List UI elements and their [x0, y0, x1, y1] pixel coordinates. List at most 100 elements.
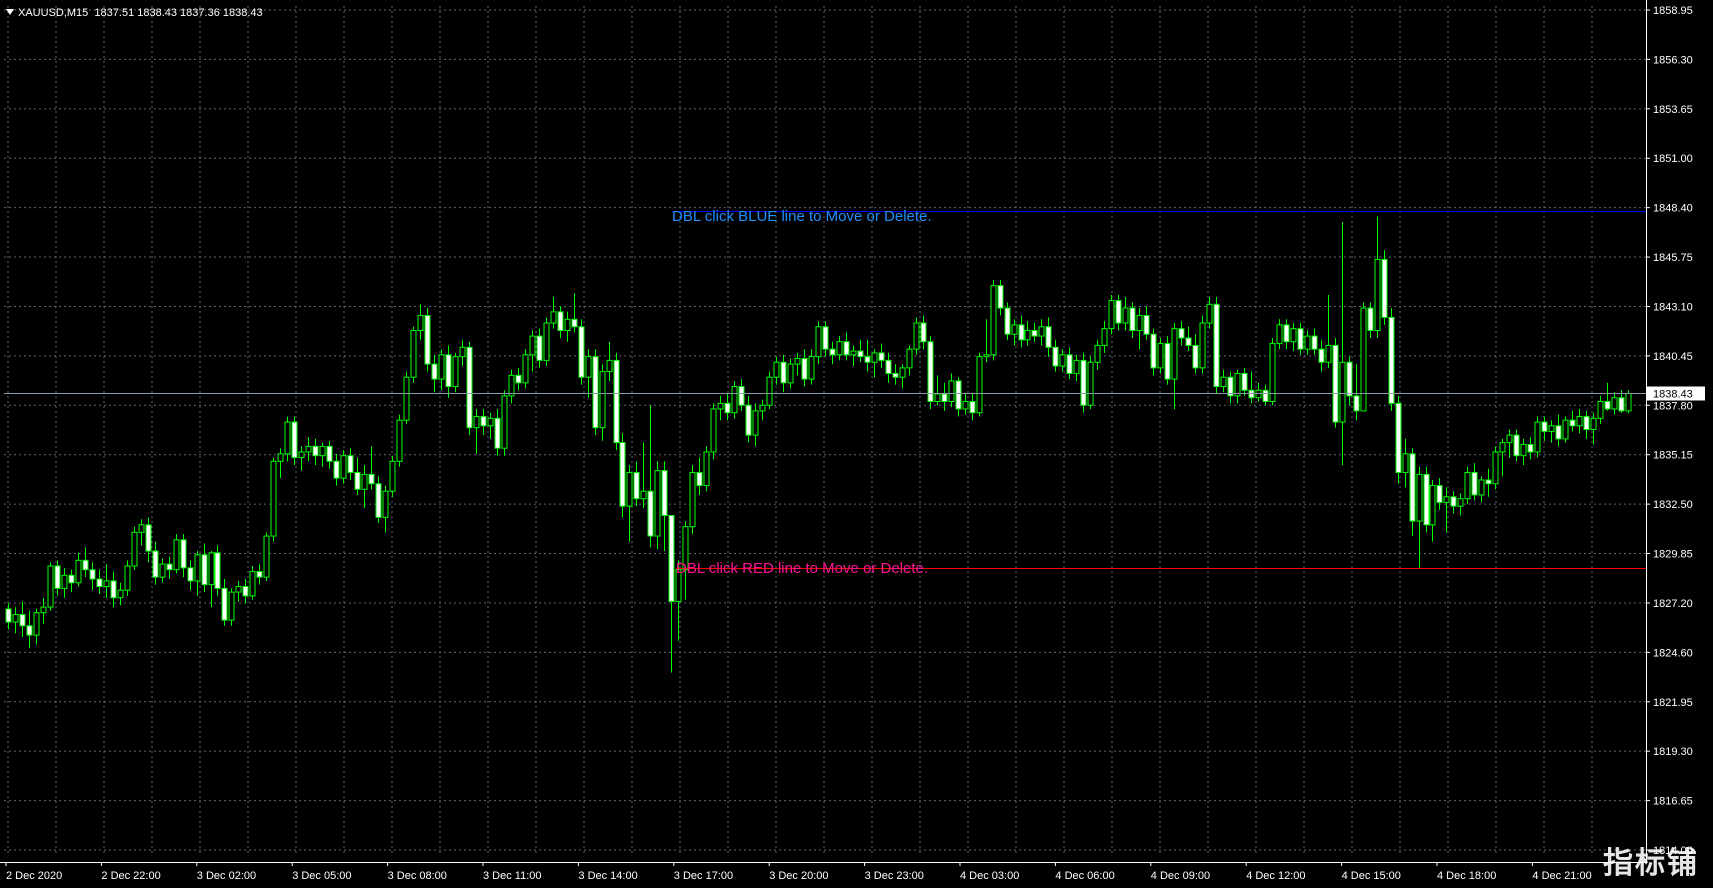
triangle-down-icon[interactable]: [6, 9, 14, 15]
candle-body: [668, 514, 675, 602]
candle-body: [242, 586, 249, 597]
candle-body: [703, 451, 710, 487]
candle-body: [1129, 307, 1136, 331]
price-chart[interactable]: 1858.95 1856.30 1853.65 1851.00 1848.40 1845.…: [0, 0, 1713, 888]
candle-body: [752, 410, 759, 436]
price-tick-label: 1819.30: [1653, 746, 1693, 758]
candle: [1485, 468, 1492, 497]
candle: [1108, 294, 1115, 335]
candle: [536, 328, 543, 368]
candle-body: [1311, 335, 1318, 350]
candle: [766, 371, 773, 409]
candle: [780, 354, 787, 393]
candle-body: [934, 393, 941, 403]
candle: [752, 403, 759, 447]
candle-body: [1185, 337, 1192, 346]
candle-body: [89, 569, 96, 580]
horizontal-lines[interactable]: [4, 211, 1646, 569]
candle-body: [54, 565, 61, 589]
candle-body: [822, 326, 829, 350]
candle-body: [410, 329, 417, 378]
candle: [1583, 410, 1590, 439]
candle-body: [473, 415, 480, 429]
candle: [1248, 371, 1255, 404]
candle: [173, 534, 180, 574]
candle: [1171, 323, 1178, 409]
candle-body: [927, 341, 934, 403]
candle-body: [613, 359, 620, 444]
candle-body: [103, 580, 110, 588]
candle: [1367, 302, 1374, 338]
candle-body: [1513, 434, 1520, 457]
time-tick-label: 4 Dec 06:00: [1055, 870, 1114, 882]
candle-body: [1157, 343, 1164, 369]
candle-body: [557, 311, 564, 331]
candle: [1436, 478, 1443, 510]
candle-body: [110, 580, 117, 599]
candle-body: [214, 552, 221, 589]
candle-body: [1360, 307, 1367, 412]
candle-body: [619, 442, 626, 507]
candle: [592, 349, 599, 436]
candle-body: [633, 472, 640, 500]
candle: [96, 569, 103, 594]
candle-body: [522, 354, 529, 384]
candle-body: [33, 612, 40, 636]
candle-body: [1115, 300, 1122, 324]
price-tick-label: 1845.75: [1653, 252, 1693, 264]
candle: [40, 597, 47, 624]
candle: [152, 541, 159, 585]
candle-body: [1192, 344, 1199, 369]
watermark-logo: 指标铺: [1603, 846, 1699, 881]
candle-body: [710, 408, 717, 453]
time-tick-label: 4 Dec 15:00: [1342, 870, 1401, 882]
candle-body: [1262, 389, 1269, 403]
candle-body: [626, 472, 633, 507]
axes: 1858.95 1856.30 1853.65 1851.00 1848.40 1845.…: [0, 0, 1705, 882]
candle-body: [459, 346, 466, 358]
candle: [1471, 463, 1478, 501]
candle: [1576, 408, 1583, 434]
candle: [619, 433, 626, 518]
candle-body: [1569, 419, 1576, 427]
candle-body: [1045, 326, 1052, 348]
candle: [571, 293, 578, 333]
candle-body: [466, 346, 473, 429]
candle: [1374, 216, 1381, 338]
candle-body: [1576, 415, 1583, 427]
candle-body: [319, 445, 326, 457]
candle-body: [1150, 333, 1157, 369]
candle: [1443, 487, 1450, 533]
chart-window[interactable]: 1858.95 1856.30 1853.65 1851.00 1848.40 1845.…: [0, 0, 1713, 888]
candle: [976, 352, 983, 417]
candle: [913, 317, 920, 355]
candle: [1423, 466, 1430, 533]
candle: [640, 442, 647, 509]
price-tick-label: 1840.45: [1653, 351, 1693, 363]
candle: [508, 369, 515, 404]
candle: [857, 339, 864, 363]
candle: [1101, 321, 1108, 353]
candle: [1311, 328, 1318, 355]
candle: [89, 562, 96, 591]
candle: [668, 514, 675, 673]
candle: [1527, 437, 1534, 460]
candle-body: [124, 565, 131, 591]
candle-body: [19, 614, 26, 627]
candle: [256, 564, 263, 585]
candle-body: [1520, 443, 1527, 457]
candle-body: [647, 490, 654, 537]
current-price-label: 1838.43: [1653, 389, 1693, 401]
candle-body: [941, 393, 948, 403]
candle: [759, 399, 766, 421]
candle: [724, 394, 731, 421]
candle-body: [256, 571, 263, 578]
candle: [927, 336, 934, 409]
candle-body: [654, 470, 661, 537]
candle-body: [1367, 307, 1374, 331]
candle-body: [347, 455, 354, 474]
candle-body: [270, 460, 277, 537]
candle-body: [228, 591, 235, 621]
candle-body: [194, 554, 201, 582]
candle-body: [166, 563, 173, 571]
